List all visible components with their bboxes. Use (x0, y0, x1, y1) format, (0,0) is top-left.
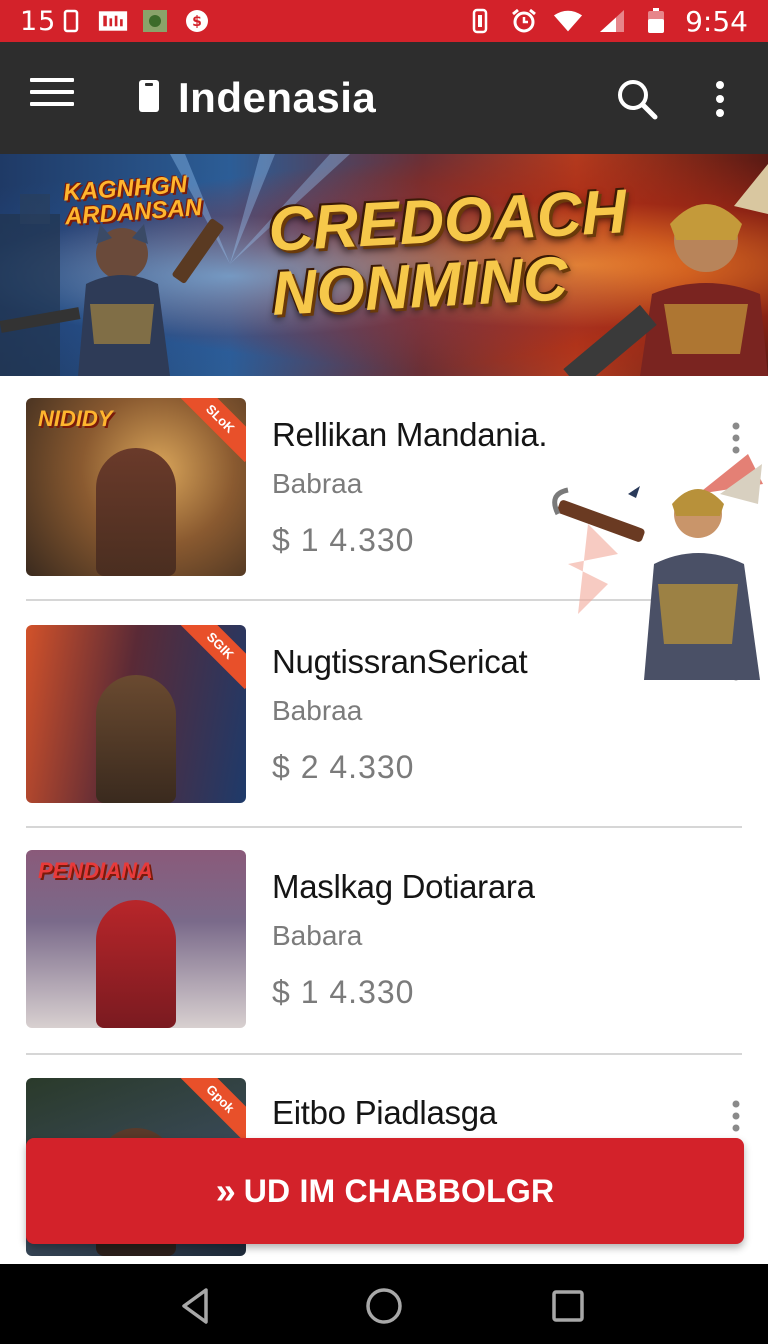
system-nav-bar (0, 1264, 768, 1344)
svg-text:$: $ (192, 14, 202, 30)
status-left-text: 15 (20, 5, 57, 37)
item-title: Rellikan Mandania. (272, 416, 548, 453)
item-price: $ 2 4.330 (272, 749, 415, 785)
alarm-icon (509, 8, 539, 33)
status-bar-left: 15 $ (20, 0, 212, 42)
item-title: Maslkag Dotiarara (272, 868, 535, 905)
wifi-icon (553, 9, 583, 33)
app-bar: Indenasia (0, 42, 768, 154)
double-chevron-right-icon: » (215, 1170, 236, 1211)
item-title: NugtissranSericat (272, 643, 528, 680)
signal-icon (597, 9, 627, 33)
item-price: $ 1 4.330 (272, 974, 415, 1010)
recents-icon[interactable] (548, 1286, 588, 1326)
app-title-group: Indenasia (138, 70, 376, 126)
banner-subtitle: KAGNHGN ARDANSAN (62, 170, 203, 231)
search-icon[interactable] (614, 76, 660, 122)
more-vert-icon[interactable] (706, 76, 734, 122)
phone-icon (138, 79, 160, 118)
item-more-icon[interactable] (724, 1098, 748, 1134)
cta-button[interactable]: » UD IM CHABBOLGR (26, 1138, 744, 1244)
page-title: Indenasia (178, 74, 377, 121)
status-bar-right: 9:54 (465, 0, 748, 42)
back-icon[interactable] (176, 1286, 216, 1326)
item-thumbnail: NIDIDY SLoK (26, 398, 246, 576)
corner-badge: SLoK (176, 398, 246, 463)
thumbnail-title: NIDIDY (38, 406, 113, 431)
notification-icon: $ (182, 9, 212, 33)
item-subtitle: Babraa (272, 468, 363, 499)
item-price: $ 1 4.330 (272, 522, 415, 558)
status-clock: 9:54 (685, 4, 748, 38)
battery-icon (641, 8, 671, 33)
status-bar: 15 $ 9:54 (0, 0, 768, 42)
item-thumbnail: SGIK (26, 625, 246, 803)
item-subtitle: Babraa (272, 695, 363, 726)
item-more-icon[interactable] (724, 420, 748, 456)
hero-illustration (548, 454, 768, 680)
calendar-icon (98, 9, 128, 33)
vibrate-icon (465, 8, 495, 34)
phone-outline-icon (56, 9, 86, 33)
thumbnail-title: PENDIANA (38, 858, 153, 883)
list-item[interactable]: PENDIANA Maslkag Dotiarara Babara $ 1 4.… (0, 828, 768, 1056)
divider (26, 1053, 742, 1055)
corner-badge: SGIK (176, 625, 246, 690)
cta-label: UD IM CHABBOLGR (243, 1172, 555, 1209)
corner-badge: Gpok (176, 1078, 246, 1143)
app-icon (140, 9, 170, 33)
home-icon[interactable] (364, 1286, 404, 1326)
banner-title: CREDOACH NONMINC (266, 177, 629, 329)
item-thumbnail: PENDIANA (26, 850, 246, 1028)
item-title: Eitbo Piadlasga (272, 1094, 497, 1131)
promo-banner[interactable]: KAGNHGN ARDANSAN CREDOACH NONMINC (0, 154, 768, 376)
item-subtitle: Babara (272, 920, 363, 951)
menu-icon[interactable] (30, 78, 74, 118)
